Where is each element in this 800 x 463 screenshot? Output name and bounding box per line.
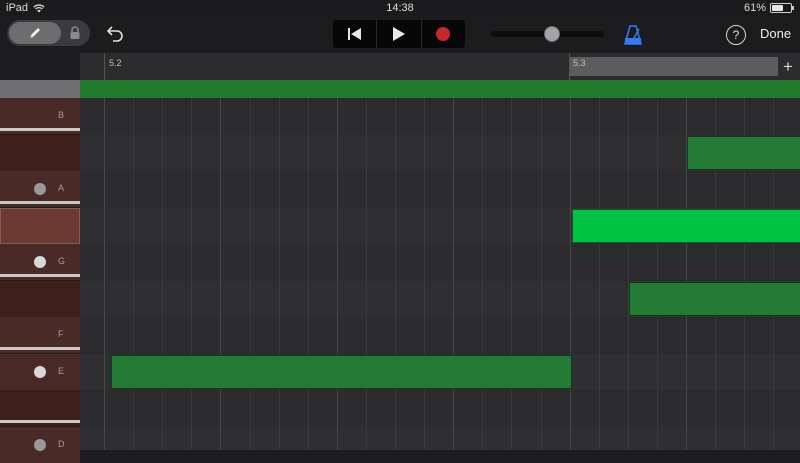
note-key-label: F <box>58 329 64 339</box>
grid-line <box>279 98 280 450</box>
grid-line <box>482 98 483 450</box>
grid-line <box>511 98 512 450</box>
go-to-beginning-button[interactable] <box>333 20 378 48</box>
region-bar[interactable] <box>80 80 800 98</box>
grid-line <box>541 98 542 450</box>
play-icon <box>392 27 405 41</box>
fret-marker-icon <box>34 256 46 268</box>
grid-line <box>366 98 367 450</box>
record-button[interactable] <box>422 20 465 48</box>
note-block[interactable] <box>110 354 572 389</box>
grid-line <box>220 98 221 450</box>
battery-icon <box>770 3 794 13</box>
grid-line <box>395 98 396 450</box>
status-time: 14:38 <box>386 2 414 14</box>
go-to-beginning-icon <box>347 28 361 40</box>
note-key-label: A <box>58 183 65 193</box>
play-button[interactable] <box>377 20 422 48</box>
fret-marker-icon <box>34 438 46 451</box>
string-divider <box>0 419 80 423</box>
metronome-icon <box>623 25 643 45</box>
note-key-sharp[interactable] <box>0 280 80 317</box>
string-divider <box>0 200 80 204</box>
grid-lane[interactable] <box>80 390 800 426</box>
grid-line <box>337 98 338 450</box>
note-key-label: B <box>58 110 65 120</box>
grid-line <box>424 98 425 450</box>
piano-roll-grid[interactable] <box>80 98 800 450</box>
note-key-sharp[interactable] <box>0 207 80 244</box>
transport-controls <box>333 20 465 48</box>
metronome-button[interactable] <box>622 24 644 46</box>
string-divider <box>0 127 80 131</box>
fret-marker-icon <box>34 365 46 378</box>
note-block[interactable] <box>686 135 800 170</box>
note-key-label: G <box>58 256 66 266</box>
note-key-label: E <box>58 365 65 376</box>
lock-toggle-button[interactable] <box>67 25 83 41</box>
grid-line <box>599 98 600 450</box>
note-keys: B A G F E D <box>0 98 80 463</box>
note-block-selected[interactable] <box>571 208 800 243</box>
fret-marker-icon <box>34 183 46 195</box>
ruler-marker-5-2: 5.2 <box>109 58 122 68</box>
grid-lane[interactable] <box>80 171 800 207</box>
control-bar: ? Done <box>0 16 800 53</box>
grid-line <box>657 98 658 450</box>
grid-lane[interactable] <box>80 317 800 353</box>
battery-percent: 61% <box>743 2 766 14</box>
lock-icon <box>70 26 80 39</box>
status-bar: iPad 14:38 61% <box>0 0 800 16</box>
region-header-corner <box>0 80 80 98</box>
record-icon <box>436 27 451 41</box>
master-volume-slider[interactable] <box>491 26 604 42</box>
status-right: 61% <box>743 2 794 14</box>
grid-line <box>570 98 571 450</box>
grid-line <box>133 98 134 450</box>
grid-line <box>250 98 251 450</box>
ruler-bar-tick <box>104 53 105 80</box>
grid-line <box>162 98 163 450</box>
string-divider <box>0 346 80 350</box>
undo-icon <box>106 26 123 42</box>
edit-mode-control <box>7 20 90 46</box>
pencil-icon <box>30 28 40 38</box>
string-divider <box>0 273 80 277</box>
ruler-bar-tick <box>569 53 570 80</box>
add-section-button[interactable]: + <box>783 57 793 77</box>
help-button[interactable]: ? <box>726 25 746 45</box>
note-key-label: D <box>58 438 65 449</box>
note-key-sharp[interactable] <box>0 134 80 171</box>
ruler-corner <box>0 53 80 98</box>
undo-button[interactable] <box>105 24 127 44</box>
grid-line <box>104 98 105 450</box>
pencil-tool-button[interactable] <box>9 22 61 44</box>
battery-fill <box>772 5 783 11</box>
done-button[interactable]: Done <box>760 26 791 41</box>
timeline-ruler[interactable]: 5.2 5.3 + <box>80 53 800 80</box>
grid-line <box>628 98 629 450</box>
note-key-d[interactable]: D <box>0 426 80 463</box>
grid-lane[interactable] <box>80 244 800 280</box>
grid-line <box>308 98 309 450</box>
volume-slider-knob[interactable] <box>544 26 561 42</box>
loop-region[interactable] <box>569 57 778 76</box>
note-key-e[interactable]: E <box>0 353 80 390</box>
grid-lane[interactable] <box>80 98 800 134</box>
note-block[interactable] <box>629 281 800 316</box>
ruler-marker-5-3: 5.3 <box>573 58 586 68</box>
grid-lane[interactable] <box>80 426 800 450</box>
grid-line <box>453 98 454 450</box>
grid-line <box>191 98 192 450</box>
